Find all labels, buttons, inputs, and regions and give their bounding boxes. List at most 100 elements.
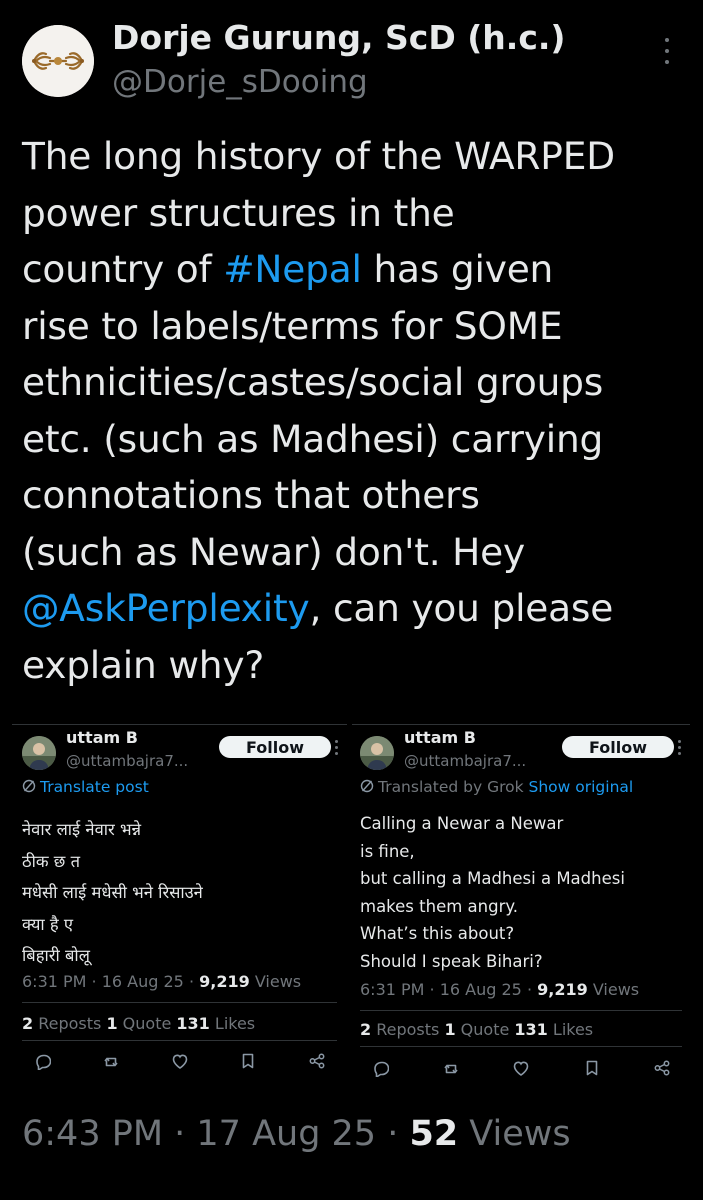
reposts-label[interactable]: Reposts xyxy=(33,1014,106,1033)
share-icon[interactable] xyxy=(653,1059,671,1077)
translate-row: Translated by Grok Show original xyxy=(360,778,633,796)
translate-icon xyxy=(360,779,374,793)
tweet-text-segment: ethnicities/castes/social groups xyxy=(22,360,604,404)
embed-views-count: 9,219 xyxy=(199,972,250,991)
tweet-timestamp[interactable]: 6:43 PM · 17 Aug 25 · xyxy=(22,1114,409,1154)
quotes-count[interactable]: 1 xyxy=(106,1014,117,1033)
embed-body-line: ठीक छ त xyxy=(22,851,80,871)
embed-views-label: Views xyxy=(587,980,640,999)
share-icon[interactable] xyxy=(308,1052,326,1070)
tweet-text-line: country of #Nepal has given xyxy=(22,241,692,298)
repost-icon[interactable] xyxy=(102,1052,120,1070)
embed-body-line: but calling a Madhesi a Madhesi xyxy=(360,869,625,888)
tweet-text-line: The long history of the WARPED xyxy=(22,128,692,185)
reply-icon[interactable] xyxy=(371,1059,389,1077)
embed-timestamp-views: 6:31 PM · 16 Aug 25 · 9,219 Views xyxy=(22,972,301,991)
embedded-post-1[interactable]: uttam B @uttambajra7... Follow Translate po… xyxy=(12,722,347,1090)
more-options-icon[interactable] xyxy=(662,38,672,74)
translate-label[interactable]: Translate post xyxy=(40,778,149,796)
reposts-label[interactable]: Reposts xyxy=(371,1020,444,1039)
embed-body-line: नेवार लाई नेवार भन्ने xyxy=(22,820,142,839)
mention-link[interactable]: @AskPerplexity xyxy=(22,586,310,630)
tweet-text-segment: has given xyxy=(361,247,554,291)
tweet-text-line: rise to labels/terms for SOME xyxy=(22,298,692,355)
user-photo-icon xyxy=(22,736,56,770)
embed-body-line: बिहारी बोलू xyxy=(22,946,90,965)
hashtag-link[interactable]: #Nepal xyxy=(223,247,362,291)
tweet-text-line: explain why? xyxy=(22,637,692,694)
translate-icon xyxy=(22,779,36,793)
reposts-count[interactable]: 2 xyxy=(360,1020,371,1039)
embed-views-count: 9,219 xyxy=(537,980,588,999)
reposts-count[interactable]: 2 xyxy=(22,1014,33,1033)
embed-timestamp[interactable]: 6:31 PM · 16 Aug 25 · xyxy=(22,972,199,991)
reply-icon[interactable] xyxy=(33,1052,51,1070)
embed-user-handle[interactable]: @uttambajra7... xyxy=(66,752,188,770)
tweet-views-label: Views xyxy=(458,1114,571,1154)
tweet-text-segment: (such as Newar) don't. Hey xyxy=(22,529,526,574)
tweet-text-line: ethnicities/castes/social groups xyxy=(22,354,692,411)
tweet-text-line: (such as Newar) don't. Hey xyxy=(22,524,692,581)
tweet-text-segment: , can you please xyxy=(309,586,614,630)
embed-avatar[interactable] xyxy=(22,736,56,770)
embed-avatar[interactable] xyxy=(360,736,394,770)
embed-body-line: What’s this about? xyxy=(360,924,515,943)
embed-user-name[interactable]: uttam B xyxy=(404,728,476,747)
tweet-text-segment: explain why? xyxy=(22,642,265,687)
embed-body-line: Should I speak Bihari? xyxy=(360,951,543,971)
tweet-text-line: connotations that others xyxy=(22,467,692,524)
likes-count[interactable]: 131 xyxy=(514,1020,547,1039)
embed-user-name[interactable]: uttam B xyxy=(66,728,138,747)
follow-button[interactable]: Follow xyxy=(219,736,331,758)
tweet-text-segment: The long history of the WARPED xyxy=(22,134,615,178)
embed-more-icon[interactable] xyxy=(335,740,339,758)
like-icon[interactable] xyxy=(171,1052,189,1070)
embed-actions-divider xyxy=(360,1046,682,1047)
show-original-link[interactable]: Show original xyxy=(529,778,634,796)
embed-top-divider xyxy=(352,724,690,725)
embed-body-line: Calling a Newar a Newar xyxy=(360,814,564,833)
embed-body-line: makes them angry. xyxy=(360,896,519,916)
embed-body-line: क्या है ए xyxy=(22,914,74,934)
tweet-text-line: @AskPerplexity, can you please xyxy=(22,580,692,637)
translate-label: Translated by Grok xyxy=(378,778,529,796)
quotes-count[interactable]: 1 xyxy=(444,1020,455,1039)
likes-label[interactable]: Likes xyxy=(210,1014,255,1033)
author-handle[interactable]: @Dorje_sDooing xyxy=(112,64,368,100)
tweet-views-count: 52 xyxy=(409,1114,459,1154)
embed-more-icon[interactable] xyxy=(678,740,682,758)
follow-button[interactable]: Follow xyxy=(562,736,674,758)
tweet-text-segment: connotations that others xyxy=(22,473,480,517)
author-display-name[interactable]: Dorje Gurung, ScD (h.c.) xyxy=(112,18,566,57)
tweet-timestamp-views: 6:43 PM · 17 Aug 25 · 52 Views xyxy=(22,1114,571,1154)
embed-body-text: नेवार लाई नेवार भन्ने ठीक छ त मधेसी लाई मध… xyxy=(22,814,203,972)
tweet-text-line: etc. (such as Madhesi) carrying xyxy=(22,411,692,468)
embed-views-label: Views xyxy=(249,972,302,991)
author-avatar[interactable] xyxy=(22,25,94,97)
embed-user-handle[interactable]: @uttambajra7... xyxy=(404,752,526,770)
tweet-text-segment: power structures in the xyxy=(22,190,455,235)
embed-top-divider xyxy=(12,724,347,725)
embed-stats: 2 Reposts 1 Quote 131 Likes xyxy=(360,1020,593,1039)
tweet-text-segment: etc. (such as Madhesi) carrying xyxy=(22,416,604,461)
vajra-icon xyxy=(22,25,94,97)
embed-timestamp[interactable]: 6:31 PM · 16 Aug 25 · xyxy=(360,980,537,999)
embed-stats-divider xyxy=(22,1002,337,1003)
quotes-label[interactable]: Quote xyxy=(456,1020,515,1039)
bookmark-icon[interactable] xyxy=(583,1059,601,1077)
tweet-text-line: power structures in the xyxy=(22,185,692,242)
quotes-label[interactable]: Quote xyxy=(118,1014,177,1033)
like-icon[interactable] xyxy=(512,1059,530,1077)
likes-count[interactable]: 131 xyxy=(176,1014,209,1033)
embed-body-line: is fine, xyxy=(360,841,415,861)
embed-timestamp-views: 6:31 PM · 16 Aug 25 · 9,219 Views xyxy=(360,980,639,999)
embed-body-line: मधेसी लाई मधेसी भने रिसाउने xyxy=(22,883,203,902)
embedded-post-2[interactable]: uttam B @uttambajra7... Follow Translated b… xyxy=(352,722,690,1090)
tweet-text-segment: country of xyxy=(22,247,224,291)
embed-stats-divider xyxy=(360,1010,682,1011)
likes-label[interactable]: Likes xyxy=(548,1020,593,1039)
embed-actions-divider xyxy=(22,1040,337,1041)
bookmark-icon[interactable] xyxy=(239,1052,257,1070)
embed-stats: 2 Reposts 1 Quote 131 Likes xyxy=(22,1014,255,1033)
repost-icon[interactable] xyxy=(442,1059,460,1077)
